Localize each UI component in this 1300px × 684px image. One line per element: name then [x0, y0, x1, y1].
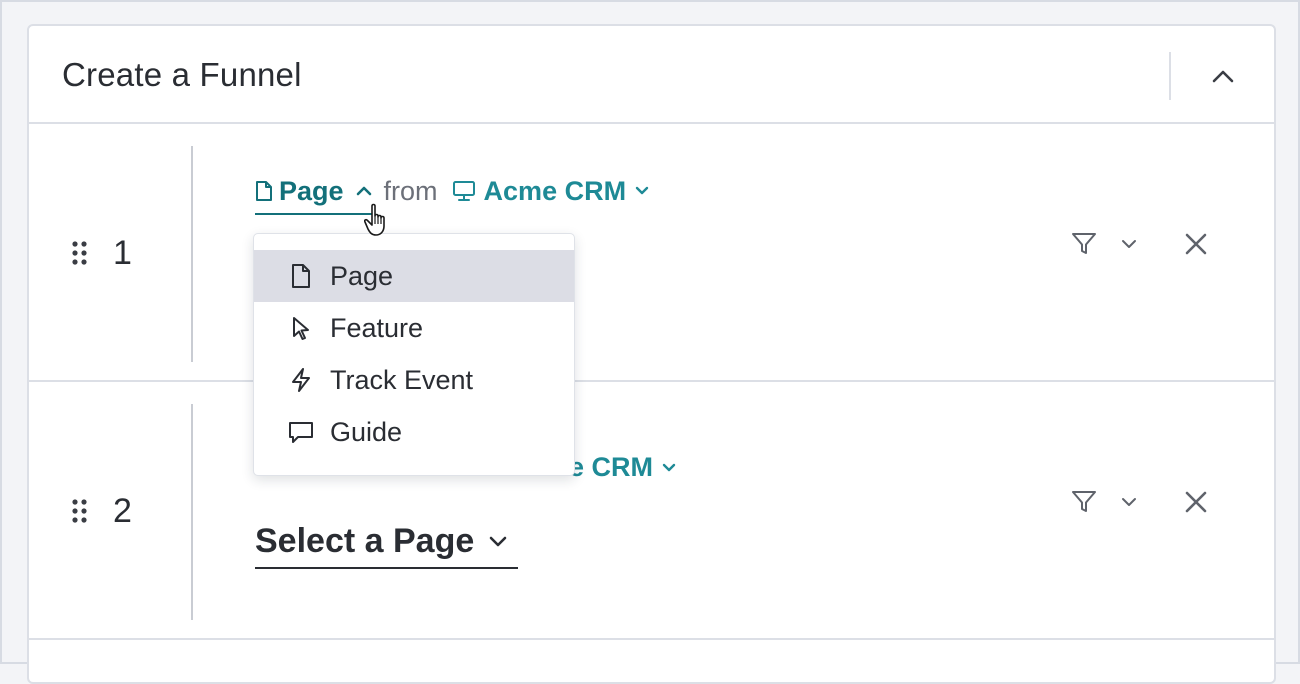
funnel-step-2: 2 e CRM Select a Page: [29, 382, 1274, 640]
filter-button[interactable]: [1069, 487, 1099, 517]
close-icon: [1185, 491, 1207, 513]
menu-item-feature[interactable]: Feature: [254, 302, 574, 354]
pointer-icon: [288, 314, 314, 342]
filter-button[interactable]: [1069, 229, 1099, 259]
menu-item-guide[interactable]: Guide: [254, 406, 574, 458]
drag-handle-icon[interactable]: [71, 240, 89, 266]
menu-item-track-event[interactable]: Track Event: [254, 354, 574, 406]
card-title: Create a Funnel: [62, 56, 302, 93]
step-divider: [191, 404, 193, 620]
card-header: Create a Funnel: [29, 26, 1274, 124]
menu-item-label: Feature: [330, 312, 424, 343]
close-icon: [1185, 233, 1207, 255]
menu-item-page[interactable]: Page: [254, 250, 574, 302]
step-options-button[interactable]: [1117, 232, 1141, 256]
header-divider: [1169, 52, 1171, 100]
filter-icon: [1072, 491, 1096, 512]
lightning-icon: [288, 366, 314, 394]
funnel-step-1: 1 Page from Acme CRM: [29, 124, 1274, 382]
chevron-up-icon: [1212, 70, 1234, 83]
type-dropdown-menu: Page Feature Track Event Guide: [253, 233, 575, 476]
type-label: Page: [279, 175, 344, 206]
remove-step-button[interactable]: [1181, 487, 1211, 517]
app-frame: Create a Funnel 1 Page from Acme CRM 2 e…: [0, 0, 1300, 684]
drag-handle-icon[interactable]: [71, 498, 89, 524]
step-divider: [191, 146, 193, 362]
chevron-down-icon: [1122, 498, 1136, 506]
speech-bubble-icon: [288, 418, 314, 446]
step-number: 1: [113, 234, 132, 272]
app-dropdown-button[interactable]: Acme CRM: [452, 176, 651, 207]
select-page-label: Select a Page: [255, 522, 475, 560]
select-page-dropdown[interactable]: Select a Page: [255, 522, 519, 569]
step-options-button[interactable]: [1117, 490, 1141, 514]
step-number: 2: [113, 492, 132, 530]
chevron-down-icon: [635, 186, 649, 195]
chevron-up-icon: [356, 186, 371, 196]
chevron-down-icon: [662, 463, 676, 471]
app-dropdown-button[interactable]: e CRM: [569, 452, 677, 483]
funnel-card: Create a Funnel 1 Page from Acme CRM 2 e…: [27, 24, 1276, 684]
remove-step-button[interactable]: [1181, 229, 1211, 259]
monitor-icon: [452, 181, 475, 201]
chevron-down-icon: [1122, 240, 1136, 248]
filter-icon: [1072, 233, 1096, 254]
app-label: Acme CRM: [483, 175, 627, 206]
menu-item-label: Track Event: [330, 364, 474, 395]
app-label: e CRM: [569, 452, 654, 482]
type-dropdown-button[interactable]: Page: [255, 176, 372, 215]
collapse-button[interactable]: [1207, 60, 1239, 92]
step-selector-row: Page from Acme CRM: [255, 166, 650, 216]
menu-item-label: Guide: [330, 416, 403, 447]
chevron-down-icon: [489, 536, 507, 546]
page-icon: [288, 262, 314, 290]
hand-cursor-icon: [364, 203, 385, 236]
menu-item-label: Page: [330, 260, 394, 291]
page-icon: [256, 181, 272, 201]
